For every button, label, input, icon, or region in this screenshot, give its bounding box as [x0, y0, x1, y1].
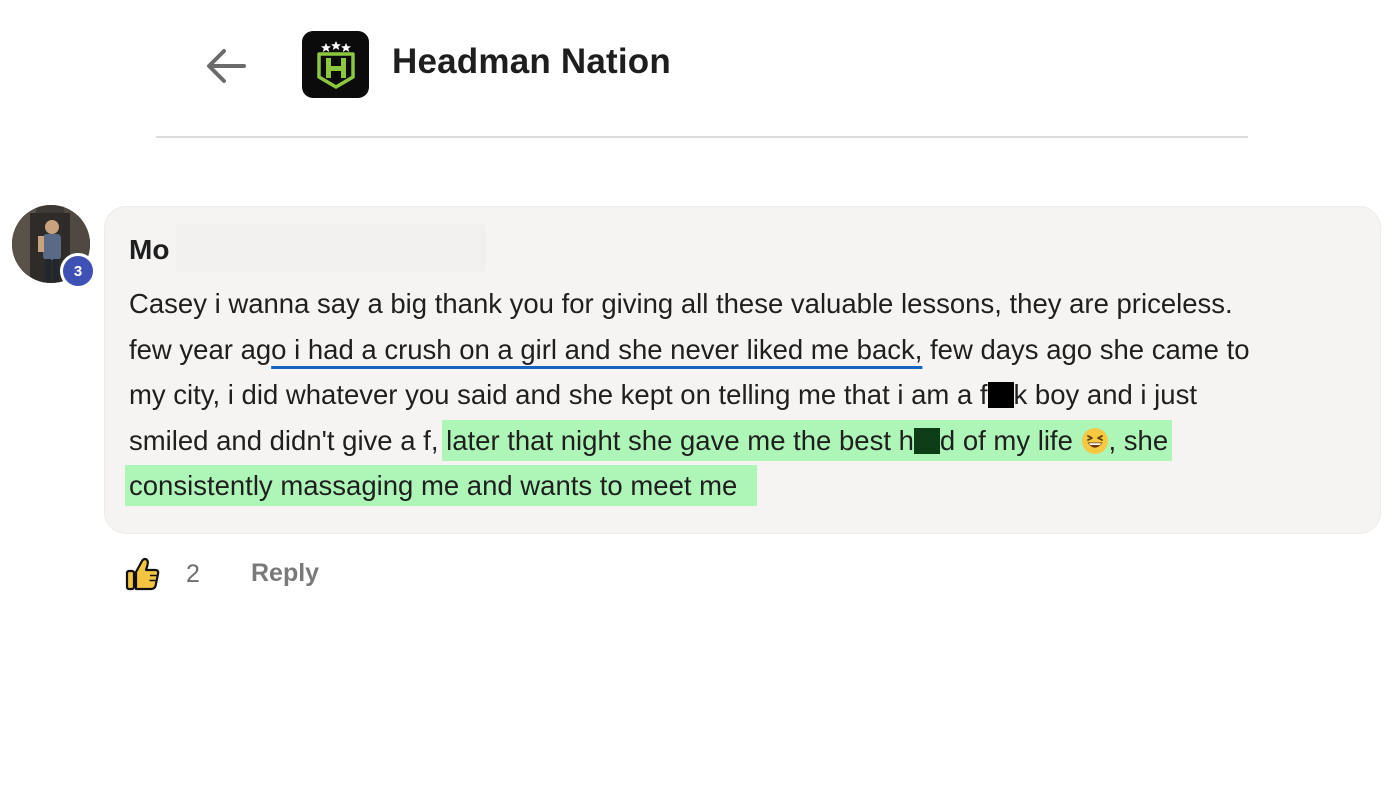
grinning-squinting-face-icon [1081, 427, 1108, 454]
page-title: Headman Nation [392, 42, 671, 81]
like-count: 2 [186, 560, 200, 588]
reply-button[interactable]: Reply [251, 559, 319, 588]
thumbs-up-icon [125, 557, 160, 591]
text-segment: later that night she gave me the best h [446, 424, 914, 456]
arrow-left-icon [207, 49, 246, 83]
text-segment: smiled and didn't give a f, [129, 424, 447, 456]
redaction-box [913, 427, 940, 454]
redacted-name [176, 224, 486, 272]
header: Headman Nation [0, 0, 1400, 138]
redaction-box [987, 382, 1014, 408]
like-button[interactable] [124, 555, 162, 593]
text-segment: d of my life [939, 424, 1081, 456]
highlighted-text: later that night she gave me the best h d… [442, 419, 1173, 461]
comment-author[interactable]: Mo [129, 234, 169, 266]
comment-line: smiled and didn't give a f, later that n… [129, 418, 1369, 464]
comment-line: my city, i did whatever you said and she… [129, 372, 1369, 418]
headman-nation-logo [302, 31, 369, 98]
underlined-text: o i had a crush on a girl and she never … [271, 333, 923, 365]
comment-line: consistently massaging me and wants to m… [125, 463, 1369, 509]
text-segment: , she [1108, 424, 1169, 456]
text-segment: consistently massaging me and wants to m… [129, 470, 738, 501]
comment-text: Casey i wanna say a big thank you for gi… [125, 281, 1369, 509]
text-segment: Casey i wanna say a big thank you for gi… [129, 288, 1233, 319]
comment-page: Headman Nation 3 Mo Casey i wanna say a … [0, 0, 1400, 790]
text-segment: few year ag [129, 333, 272, 365]
text-segment: my city, i did whatever you said and she… [129, 379, 988, 410]
highlighted-text: consistently massaging me and wants to m… [125, 465, 757, 506]
text-segment: k boy and i just [1013, 379, 1197, 410]
header-divider [156, 136, 1248, 138]
headman-h-logo-icon [316, 40, 355, 89]
back-button[interactable] [200, 40, 252, 92]
comment-line: Casey i wanna say a big thank you for gi… [129, 281, 1369, 327]
comment-line: few year ago i had a crush on a girl and… [129, 327, 1369, 373]
text-segment: few days ago she came to [922, 333, 1250, 365]
avatar-badge: 3 [60, 253, 96, 289]
